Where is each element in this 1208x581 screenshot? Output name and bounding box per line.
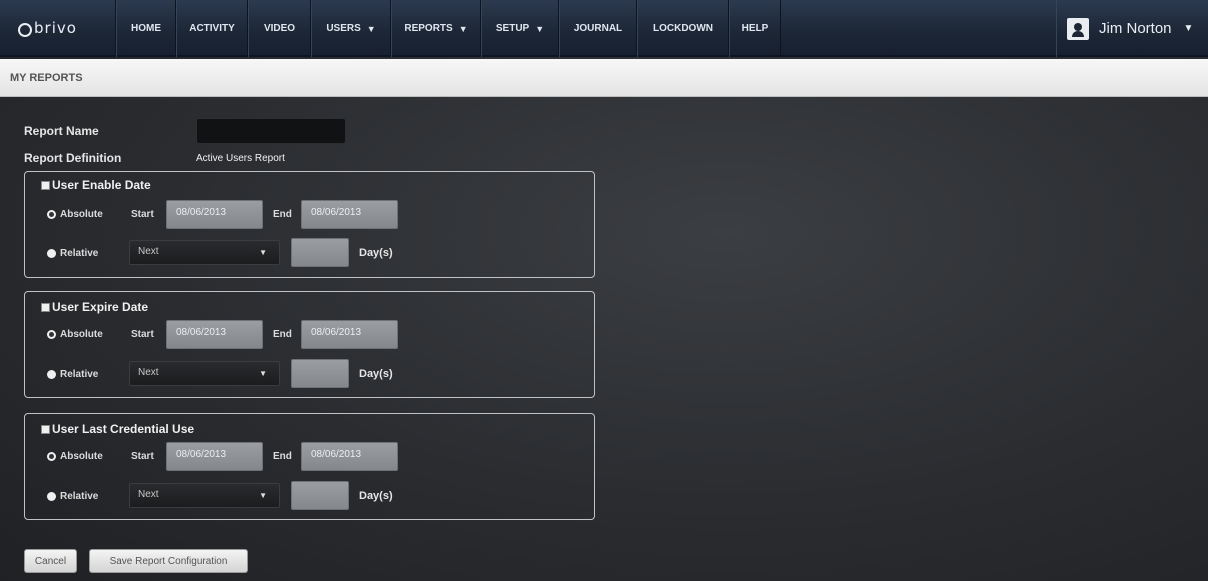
radio-checked-icon (47, 210, 56, 219)
relative-select[interactable]: Next ▼ (129, 361, 280, 386)
save-report-configuration-button[interactable]: Save Report Configuration (89, 549, 248, 573)
nav-reports-label: REPORTS (404, 23, 453, 34)
group-title: User Expire Date (41, 300, 148, 314)
brivo-logo[interactable]: brivo (0, 0, 116, 55)
start-date-input[interactable]: 08/06/2013 (166, 320, 263, 349)
nav-home[interactable]: HOME (116, 0, 176, 57)
report-name-label: Report Name (24, 124, 99, 138)
nav-help[interactable]: HELP (729, 0, 781, 57)
start-label: Start (131, 451, 154, 462)
user-enable-date-group: User Enable Date Absolute Start 08/06/20… (24, 171, 595, 278)
relative-select-value: Next (138, 246, 159, 257)
nav-lockdown-label: LOCKDOWN (653, 23, 713, 34)
group-title: User Last Credential Use (41, 422, 194, 436)
days-label: Day(s) (359, 490, 393, 502)
user-last-credential-use-group: User Last Credential Use Absolute Start … (24, 413, 595, 520)
nav-home-label: HOME (131, 23, 161, 34)
cancel-button[interactable]: Cancel (24, 549, 77, 573)
user-name: Jim Norton (1099, 20, 1172, 37)
start-date-input[interactable]: 08/06/2013 (166, 200, 263, 229)
relative-radio[interactable]: Relative (47, 248, 98, 259)
nav-users[interactable]: USERS ▼ (311, 0, 391, 57)
chevron-down-icon: ▼ (535, 23, 545, 34)
days-label: Day(s) (359, 247, 393, 259)
page-header: MY REPORTS (0, 59, 1208, 97)
absolute-label: Absolute (60, 329, 103, 340)
relative-select-value: Next (138, 367, 159, 378)
radio-unchecked-icon (47, 492, 56, 501)
radio-unchecked-icon (47, 249, 56, 258)
relative-label: Relative (60, 248, 99, 259)
nav-reports[interactable]: REPORTS ▼ (391, 0, 481, 57)
radio-checked-icon (47, 330, 56, 339)
nav-video-label: VIDEO (263, 23, 296, 34)
end-date-input[interactable]: 08/06/2013 (301, 442, 398, 471)
start-label: Start (131, 209, 154, 220)
absolute-radio[interactable]: Absolute (47, 329, 103, 340)
chevron-down-icon: ▼ (366, 23, 376, 34)
nav-users-label: USERS (326, 23, 361, 34)
relative-select[interactable]: Next ▼ (129, 483, 280, 508)
relative-radio[interactable]: Relative (47, 369, 98, 380)
report-definition-label: Report Definition (24, 151, 122, 165)
absolute-label: Absolute (60, 451, 103, 462)
radio-checked-icon (47, 452, 56, 461)
group-title-text: User Enable Date (52, 178, 151, 192)
days-input[interactable] (291, 481, 349, 510)
group-title-text: User Last Credential Use (52, 422, 195, 436)
nav-setup-label: SETUP (495, 23, 530, 34)
nav-journal-label: JOURNAL (573, 23, 623, 34)
start-label: Start (131, 329, 154, 340)
absolute-radio[interactable]: Absolute (47, 209, 103, 220)
logo-text: brivo (34, 18, 77, 37)
absolute-radio[interactable]: Absolute (47, 451, 103, 462)
chevron-down-icon: ▼ (458, 23, 468, 34)
start-date-input[interactable]: 08/06/2013 (166, 442, 263, 471)
report-definition-value: Active Users Report (196, 153, 285, 164)
absolute-label: Absolute (60, 209, 103, 220)
relative-label: Relative (60, 369, 99, 380)
user-enable-date-checkbox[interactable] (41, 180, 50, 190)
user-expire-date-group: User Expire Date Absolute Start 08/06/20… (24, 291, 595, 398)
nav-activity-label: ACTIVITY (189, 23, 235, 34)
relative-label: Relative (60, 491, 99, 502)
chevron-down-icon: ▼ (259, 369, 267, 378)
page-title: MY REPORTS (10, 71, 83, 84)
top-nav-bar: brivo HOME ACTIVITY VIDEO USERS ▼ REPORTS… (0, 0, 1208, 57)
end-label: End (273, 209, 292, 220)
end-date-input[interactable]: 08/06/2013 (301, 320, 398, 349)
days-input[interactable] (291, 359, 349, 388)
end-date-input[interactable]: 08/06/2013 (301, 200, 398, 229)
user-last-credential-use-checkbox[interactable] (41, 424, 50, 434)
nav-journal[interactable]: JOURNAL (559, 0, 637, 57)
nav-help-label: HELP (741, 23, 769, 34)
relative-radio[interactable]: Relative (47, 491, 98, 502)
end-label: End (273, 451, 292, 462)
user-expire-date-checkbox[interactable] (41, 302, 50, 312)
user-menu[interactable]: Jim Norton ▼ (1056, 0, 1208, 57)
nav-activity[interactable]: ACTIVITY (176, 0, 248, 57)
radio-unchecked-icon (47, 370, 56, 379)
days-label: Day(s) (359, 368, 393, 380)
days-input[interactable] (291, 238, 349, 267)
group-title-text: User Expire Date (52, 300, 149, 314)
end-label: End (273, 329, 292, 340)
nav-video[interactable]: VIDEO (248, 0, 311, 57)
group-title: User Enable Date (41, 178, 151, 192)
nav-setup[interactable]: SETUP ▼ (481, 0, 559, 57)
nav-lockdown[interactable]: LOCKDOWN (637, 0, 729, 57)
logo-mark-icon (18, 22, 32, 37)
relative-select-value: Next (138, 489, 159, 500)
chevron-down-icon: ▼ (1183, 23, 1194, 34)
user-avatar-icon (1067, 17, 1089, 40)
chevron-down-icon: ▼ (259, 248, 267, 257)
chevron-down-icon: ▼ (259, 491, 267, 500)
relative-select[interactable]: Next ▼ (129, 240, 280, 265)
report-name-input[interactable] (196, 118, 346, 144)
